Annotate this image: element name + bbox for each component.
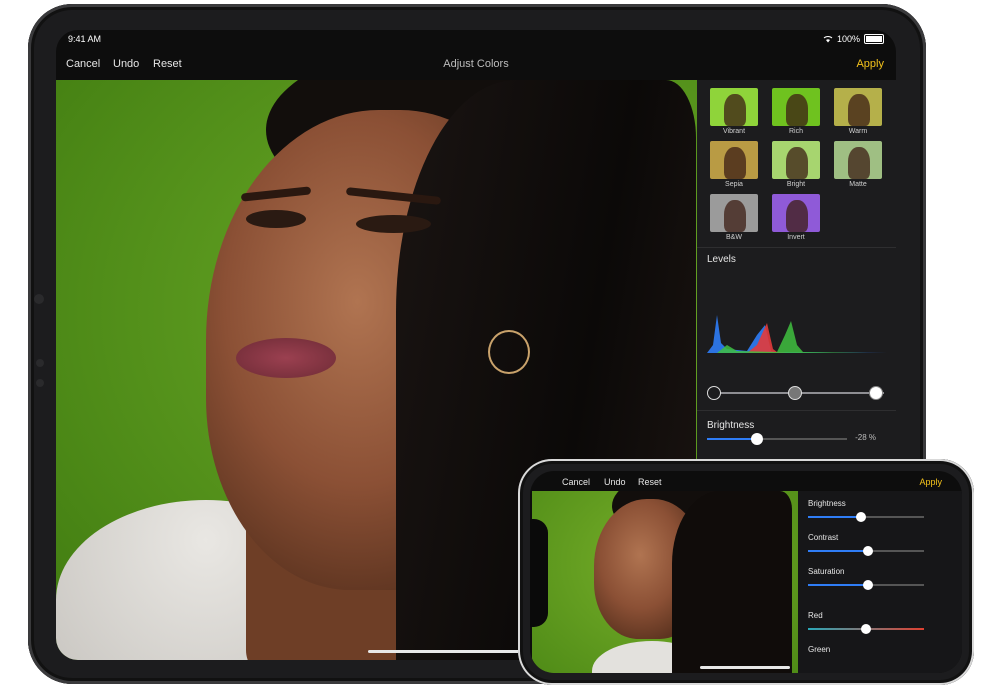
phone-slider-label: Red bbox=[808, 611, 823, 620]
filter-option[interactable]: Warm bbox=[827, 88, 889, 135]
page-title: Adjust Colors bbox=[443, 58, 509, 70]
phone-slider-track[interactable] bbox=[808, 546, 924, 556]
filter-option[interactable]: Matte bbox=[827, 141, 889, 188]
battery-percent: 100% bbox=[836, 34, 860, 44]
filter-label: Rich bbox=[788, 128, 803, 135]
filter-thumbnail bbox=[834, 141, 882, 179]
filter-thumbnail bbox=[772, 194, 820, 232]
phone-cancel-button[interactable]: Cancel bbox=[562, 477, 590, 487]
phone-slider-fill bbox=[808, 550, 869, 552]
slider-row: Brightness -28 % bbox=[707, 420, 884, 445]
wifi-icon bbox=[823, 36, 833, 43]
side-camera-icon bbox=[34, 294, 44, 304]
levels-black-knob[interactable] bbox=[707, 386, 721, 400]
phone-slider-row: Green bbox=[808, 645, 944, 654]
iphone-screen: Cancel Undo Reset Apply Brightness Contra… bbox=[530, 471, 962, 673]
home-indicator bbox=[368, 650, 538, 653]
filter-label: Invert bbox=[787, 234, 805, 241]
filter-option[interactable]: Sepia bbox=[703, 141, 765, 188]
filter-thumbnail bbox=[710, 141, 758, 179]
status-bar: 9:41 AM 100% bbox=[56, 30, 896, 50]
levels-white-knob[interactable] bbox=[869, 386, 883, 400]
phone-slider-track[interactable] bbox=[808, 580, 924, 590]
phone-slider-fill bbox=[808, 516, 862, 518]
battery-icon bbox=[864, 34, 884, 44]
filter-grid: Vibrant Rich Warm Sepia Bright Matte B&W Invert bbox=[697, 80, 896, 241]
cancel-button[interactable]: Cancel bbox=[66, 58, 100, 70]
levels-histogram bbox=[707, 315, 887, 353]
filter-thumbnail bbox=[710, 194, 758, 232]
filter-option[interactable]: Bright bbox=[765, 141, 827, 188]
phone-slider-knob[interactable] bbox=[861, 624, 871, 634]
status-time: 9:41 AM bbox=[68, 34, 102, 44]
filter-label: Bright bbox=[786, 181, 806, 188]
slider-knob[interactable] bbox=[751, 433, 764, 445]
phone-apply-button[interactable]: Apply bbox=[919, 477, 942, 487]
filter-thumbnail bbox=[710, 88, 758, 126]
phone-slider-label: Brightness bbox=[808, 499, 846, 508]
phone-slider-track[interactable] bbox=[808, 624, 924, 634]
reset-button[interactable]: Reset bbox=[153, 58, 182, 70]
phone-slider-row: Brightness bbox=[808, 499, 944, 522]
phone-slider-label: Green bbox=[808, 645, 831, 654]
filter-label: Matte bbox=[849, 181, 867, 188]
iphone-device: Cancel Undo Reset Apply Brightness Contra… bbox=[518, 459, 974, 685]
filter-thumbnail bbox=[772, 88, 820, 126]
levels-mid-knob[interactable] bbox=[788, 386, 802, 400]
phone-reset-button[interactable]: Reset bbox=[638, 477, 662, 487]
phone-home-indicator bbox=[700, 666, 790, 669]
slider-fill bbox=[707, 438, 758, 440]
filter-option[interactable]: Vibrant bbox=[703, 88, 765, 135]
phone-slider-row: Saturation bbox=[808, 567, 944, 590]
phone-undo-button[interactable]: Undo bbox=[604, 477, 626, 487]
filter-thumbnail bbox=[772, 141, 820, 179]
filter-label: Warm bbox=[848, 128, 868, 135]
filter-option[interactable]: B&W bbox=[703, 194, 765, 241]
phone-slider-track[interactable] bbox=[808, 512, 924, 522]
filter-thumbnail bbox=[834, 88, 882, 126]
filter-label: B&W bbox=[726, 234, 742, 241]
slider-value: -28 % bbox=[855, 433, 876, 442]
phone-photo-canvas[interactable] bbox=[532, 491, 798, 673]
phone-notch bbox=[530, 519, 548, 627]
levels-label: Levels bbox=[707, 254, 736, 265]
phone-slider-knob[interactable] bbox=[863, 580, 874, 590]
phone-adjust-panel: Brightness Contrast Saturation Red Green bbox=[798, 491, 962, 673]
phone-toolbar: Cancel Undo Reset Apply bbox=[530, 471, 962, 491]
phone-slider-knob[interactable] bbox=[856, 512, 867, 522]
phone-slider-knob[interactable] bbox=[863, 546, 874, 556]
apply-button[interactable]: Apply bbox=[856, 58, 884, 70]
side-sensor-icon bbox=[36, 359, 44, 367]
top-toolbar: Adjust Colors Cancel Undo Reset Apply bbox=[56, 50, 896, 80]
phone-slider-label: Contrast bbox=[808, 533, 839, 542]
phone-slider-row: Contrast bbox=[808, 533, 944, 556]
phone-slider-row: Red bbox=[808, 611, 944, 634]
phone-slider-fill bbox=[808, 584, 869, 586]
filter-label: Vibrant bbox=[722, 128, 746, 135]
filter-label: Sepia bbox=[725, 181, 743, 188]
filter-option[interactable]: Rich bbox=[765, 88, 827, 135]
undo-button[interactable]: Undo bbox=[113, 58, 139, 70]
levels-track bbox=[707, 386, 884, 400]
phone-slider-label: Saturation bbox=[808, 567, 845, 576]
filter-option[interactable]: Invert bbox=[765, 194, 827, 241]
slider-label: Brightness bbox=[707, 420, 755, 431]
slider-track[interactable] bbox=[707, 433, 847, 445]
side-sensor-icon bbox=[36, 379, 44, 387]
earring bbox=[488, 330, 530, 374]
